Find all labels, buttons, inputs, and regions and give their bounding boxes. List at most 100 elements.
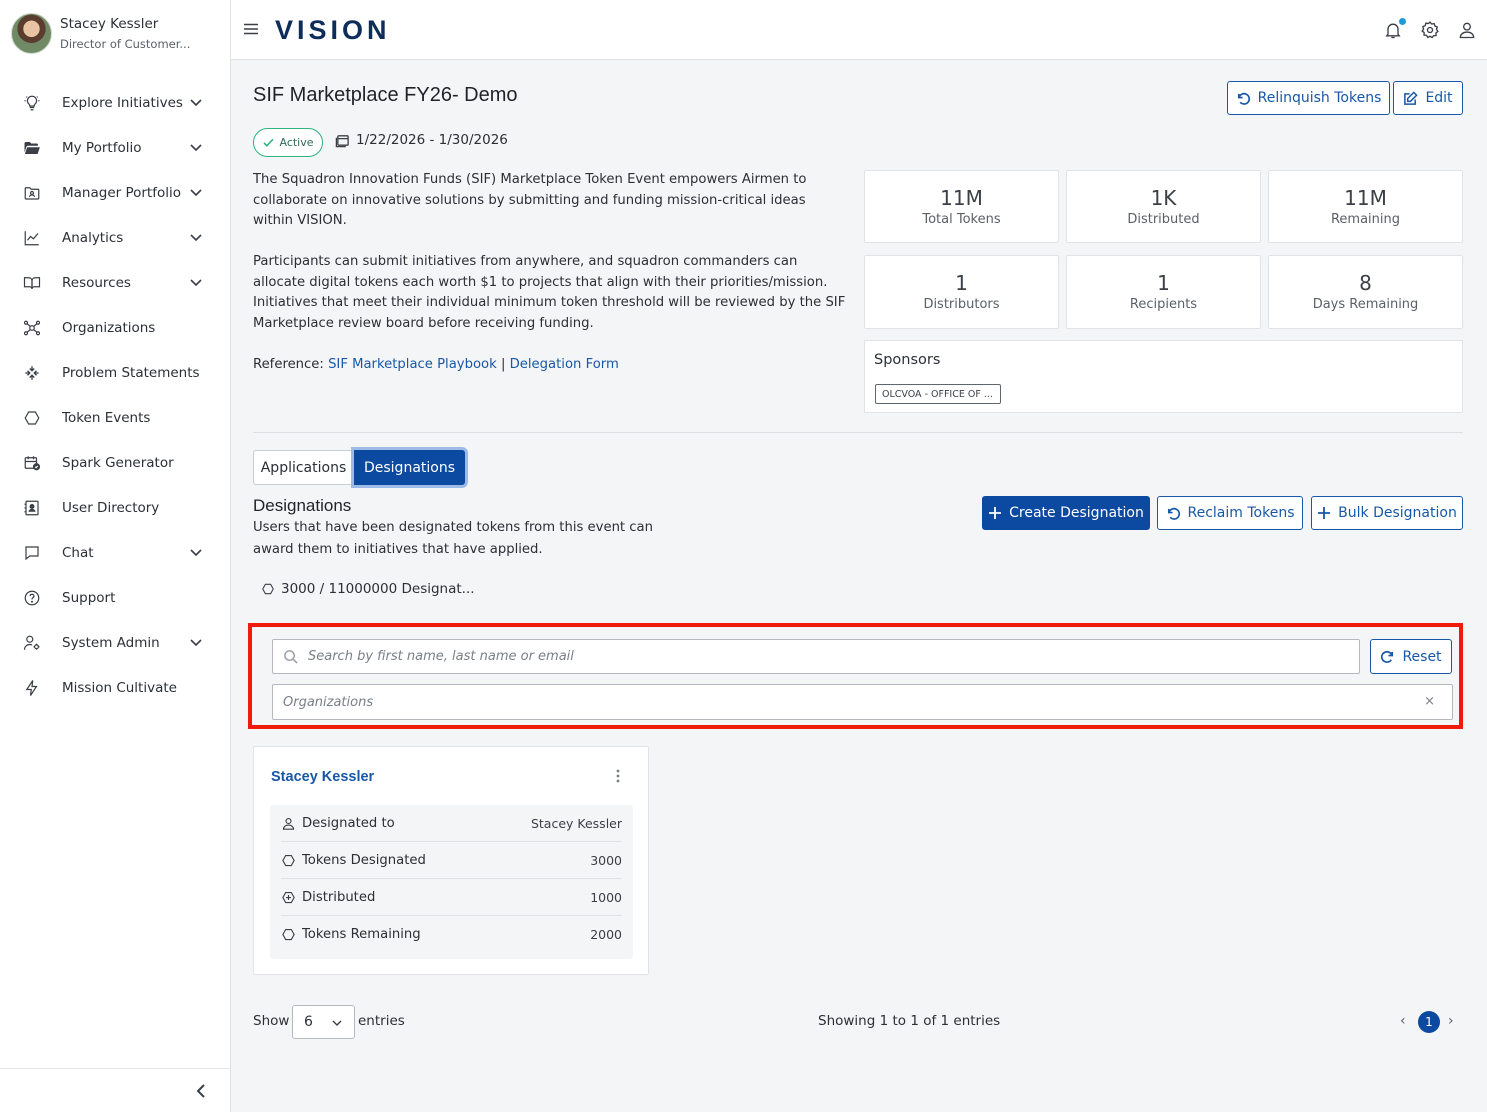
arrows-converge-icon bbox=[22, 363, 42, 383]
sidebar-item-label: User Directory bbox=[62, 499, 160, 516]
chevron-down-icon bbox=[190, 234, 202, 242]
search-input[interactable]: Search by first name, last name or email bbox=[272, 639, 1360, 674]
tab-bar: Applications Designations bbox=[253, 450, 465, 485]
sidebar-item-label: Resources bbox=[62, 274, 131, 291]
network-icon bbox=[22, 318, 42, 338]
sidebar-item-analytics[interactable]: Analytics bbox=[0, 215, 230, 260]
page-size-select[interactable]: 6 bbox=[292, 1005, 355, 1039]
sponsors-panel: Sponsors OLCVOA - OFFICE OF ... bbox=[864, 340, 1463, 413]
sidebar-item-label: Spark Generator bbox=[62, 454, 174, 471]
more-vertical-icon[interactable] bbox=[610, 767, 626, 785]
edit-button[interactable]: Edit bbox=[1393, 81, 1463, 115]
stat-distributors: 1 Distributors bbox=[864, 255, 1059, 329]
sidebar-item-problem-statements[interactable]: Problem Statements bbox=[0, 350, 230, 395]
tab-applications[interactable]: Applications bbox=[253, 450, 354, 485]
sidebar-item-label: Support bbox=[62, 589, 116, 606]
check-icon bbox=[263, 138, 275, 147]
plus-icon bbox=[989, 507, 1002, 519]
playbook-link[interactable]: SIF Marketplace Playbook bbox=[328, 357, 497, 372]
sidebar-item-label: Mission Cultivate bbox=[62, 679, 177, 696]
status-badge: Active bbox=[253, 128, 323, 157]
chevron-down-icon bbox=[190, 639, 202, 647]
delegation-form-link[interactable]: Delegation Form bbox=[510, 357, 619, 372]
refresh-icon bbox=[1381, 651, 1394, 663]
chevron-down-icon bbox=[190, 549, 202, 557]
chevron-down-icon bbox=[190, 189, 202, 197]
sidebar-footer bbox=[0, 1068, 230, 1112]
calendar-icon bbox=[335, 134, 349, 147]
sidebar-item-label: Manager Portfolio bbox=[62, 184, 182, 201]
folder-open-icon bbox=[22, 138, 42, 158]
sidebar-item-spark-generator[interactable]: Spark Generator bbox=[0, 440, 230, 485]
sidebar-item-user-directory[interactable]: User Directory bbox=[0, 485, 230, 530]
sidebar-item-label: Problem Statements bbox=[62, 364, 200, 381]
bulk-designation-button[interactable]: Bulk Designation bbox=[1311, 496, 1463, 530]
lightbulb-icon bbox=[22, 93, 42, 113]
sidebar-item-organizations[interactable]: Organizations bbox=[0, 305, 230, 350]
app-logo[interactable]: VISION bbox=[275, 15, 391, 45]
sidebar-item-explore-initiatives[interactable]: Explore Initiatives bbox=[0, 80, 230, 125]
gear-icon[interactable] bbox=[1420, 20, 1440, 40]
next-page-button[interactable]: › bbox=[1448, 1013, 1454, 1029]
edit-icon bbox=[1404, 90, 1419, 105]
card-title[interactable]: Stacey Kessler bbox=[271, 769, 374, 785]
plus-icon bbox=[1318, 507, 1331, 519]
chevron-down-icon bbox=[190, 279, 202, 287]
sidebar-item-label: My Portfolio bbox=[62, 139, 142, 156]
sidebar-item-system-admin[interactable]: System Admin bbox=[0, 620, 230, 665]
card-details: Designated to Stacey Kessler Tokens Desi… bbox=[270, 805, 633, 959]
description-paragraph: The Squadron Innovation Funds (SIF) Mark… bbox=[253, 172, 807, 228]
create-designation-button[interactable]: Create Designation bbox=[982, 496, 1150, 530]
user-role: Director of Customer... bbox=[60, 36, 191, 51]
menu-icon[interactable] bbox=[244, 22, 258, 36]
sponsor-tag[interactable]: OLCVOA - OFFICE OF ... bbox=[875, 384, 1001, 404]
hexagon-plus-icon bbox=[281, 889, 297, 905]
designated-to-link[interactable]: Stacey Kessler bbox=[531, 816, 622, 831]
sidebar-item-token-events[interactable]: Token Events bbox=[0, 395, 230, 440]
sidebar-item-chat[interactable]: Chat bbox=[0, 530, 230, 575]
folder-user-icon bbox=[22, 183, 42, 203]
tab-designations[interactable]: Designations bbox=[354, 450, 465, 485]
user-profile-icon[interactable] bbox=[1457, 20, 1477, 40]
sponsors-title: Sponsors bbox=[874, 352, 941, 368]
sidebar-item-label: Analytics bbox=[62, 229, 124, 246]
sidebar-item-label: Explore Initiatives bbox=[62, 94, 183, 111]
divider bbox=[253, 432, 1463, 433]
stat-remaining: 11M Remaining bbox=[1268, 170, 1463, 243]
previous-page-button[interactable]: ‹ bbox=[1400, 1013, 1406, 1029]
sidebar-item-label: System Admin bbox=[62, 634, 160, 651]
sidebar-item-mission-cultivate[interactable]: Mission Cultivate bbox=[0, 665, 230, 710]
hexagon-icon bbox=[281, 927, 297, 943]
page-1-button[interactable]: 1 bbox=[1418, 1011, 1440, 1033]
hexagon-icon bbox=[281, 852, 297, 868]
designated-count: 3000 / 11000000 Designat... bbox=[261, 581, 475, 597]
detail-row: Designated to Stacey Kessler bbox=[281, 805, 622, 842]
relinquish-tokens-button[interactable]: Relinquish Tokens bbox=[1227, 81, 1390, 115]
reference-line: Reference: SIF Marketplace Playbook | De… bbox=[253, 356, 619, 372]
sidebar-item-my-portfolio[interactable]: My Portfolio bbox=[0, 125, 230, 170]
sidebar-item-support[interactable]: Support bbox=[0, 575, 230, 620]
page-title: SIF Marketplace FY26- Demo bbox=[253, 84, 518, 106]
avatar[interactable] bbox=[11, 13, 52, 54]
organizations-select[interactable]: Organizations × bbox=[272, 684, 1453, 720]
stat-days-remaining: 8 Days Remaining bbox=[1268, 255, 1463, 329]
undo-icon bbox=[1237, 92, 1250, 105]
collapse-sidebar-icon[interactable] bbox=[193, 1082, 209, 1100]
description-paragraph: Participants can submit initiatives from… bbox=[253, 254, 846, 331]
event-description: The Squadron Innovation Funds (SIF) Mark… bbox=[253, 170, 848, 375]
chat-bubble-icon bbox=[22, 543, 42, 563]
clear-icon[interactable]: × bbox=[1424, 694, 1435, 709]
main-content: SIF Marketplace FY26- Demo Relinquish To… bbox=[231, 60, 1487, 1112]
section-description: Users that have been designated tokens f… bbox=[253, 520, 653, 557]
undo-icon bbox=[1167, 507, 1180, 520]
reset-button[interactable]: Reset bbox=[1370, 639, 1452, 674]
entries-label: entries bbox=[358, 1013, 405, 1029]
reclaim-tokens-button[interactable]: Reclaim Tokens bbox=[1157, 496, 1303, 530]
hexagon-icon bbox=[22, 408, 42, 428]
sidebar-item-manager-portfolio[interactable]: Manager Portfolio bbox=[0, 170, 230, 215]
chevron-down-icon bbox=[332, 1020, 342, 1026]
top-bar: VISION bbox=[231, 0, 1487, 60]
user-profile[interactable]: Stacey Kessler Director of Customer... bbox=[11, 13, 190, 54]
sidebar-item-resources[interactable]: Resources bbox=[0, 260, 230, 305]
sidebar-item-label: Organizations bbox=[62, 319, 156, 336]
